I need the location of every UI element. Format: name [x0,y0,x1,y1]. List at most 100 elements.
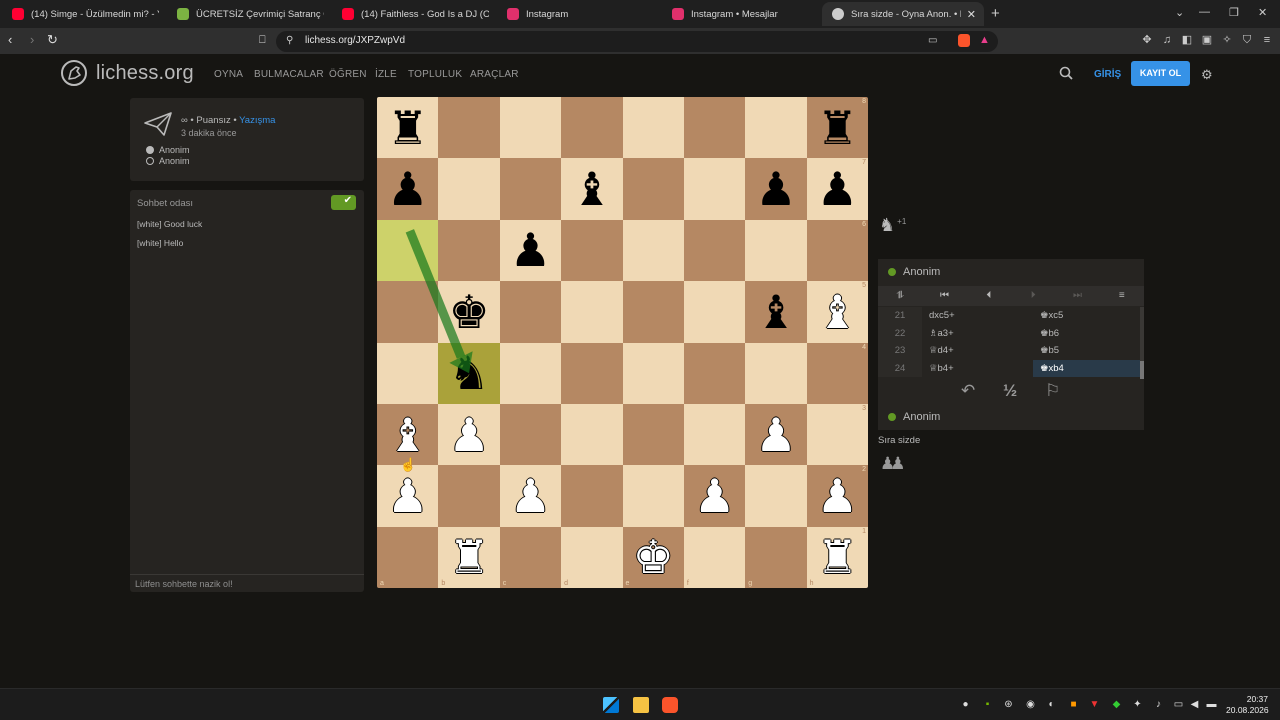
white-pawn-icon[interactable]: ♟ [684,465,745,526]
square-a6[interactable] [377,219,439,282]
white-move[interactable]: ♕b4+ [922,360,1033,378]
first-move-icon[interactable]: ⏮ [922,286,966,306]
black-move[interactable]: ♚b6 [1033,325,1144,343]
white-move[interactable]: ♗a3+ [922,325,1033,343]
tray-app-icon[interactable]: ◆ [1111,699,1122,710]
square-c3[interactable] [499,403,562,466]
black-move[interactable]: ♚xb4 [1033,359,1144,377]
browser-tab[interactable]: (14) Simge - Üzülmedin mi? - Yo [2,2,167,26]
black-pawn-icon[interactable]: ♟ [745,158,806,219]
site-logo[interactable]: lichess.org [60,59,194,87]
square-h3[interactable]: 3 [806,403,868,466]
square-h2[interactable]: ♟ 2 [806,465,868,527]
scrollbar-thumb[interactable] [1140,361,1144,379]
vpn-icon[interactable]: ⛉ [1241,34,1253,46]
square-g5[interactable]: ♝ [745,281,807,343]
new-tab-button[interactable]: + [991,5,1000,22]
black-king-icon[interactable]: ♚ [438,281,499,342]
browser-tab-active[interactable]: Sıra sizde - Oyna Anon. • lich ✕ [822,2,984,26]
sidebar-icon[interactable]: ◧ [1181,34,1193,46]
black-player[interactable]: Anonim [146,156,190,166]
square-f6[interactable] [683,219,746,282]
flip-board-icon[interactable]: ⥮ [878,286,922,306]
taskbar-clock[interactable]: 20:37 20.08.2026 [1226,694,1269,716]
white-player[interactable]: Anonim [146,145,190,155]
square-a2[interactable]: ♟ [377,465,439,527]
tray-app-icon[interactable]: ● [960,699,971,710]
prev-move-icon[interactable]: ⏴ [967,286,1011,306]
square-e4[interactable] [622,342,684,404]
square-e6[interactable] [622,219,684,282]
square-e3[interactable] [622,403,684,466]
menu-icon[interactable]: ≡ [1100,286,1144,306]
square-c6[interactable]: ♟ [499,219,562,282]
gear-icon[interactable]: ⚙ [1201,67,1213,83]
extensions-icon[interactable]: ✥ [1141,34,1153,46]
square-e1[interactable]: ♚ e [622,526,684,588]
black-move[interactable]: ♚b5 [1033,342,1144,360]
chat-input[interactable]: Lütfen sohbette nazik ol! [130,574,364,592]
square-g7[interactable]: ♟ [745,158,807,220]
square-c5[interactable] [499,281,562,343]
black-knight-icon[interactable]: ♞ [438,343,499,404]
correspondence-link[interactable]: Yazışma [239,115,275,126]
square-h4[interactable]: 4 [806,342,868,404]
bookmark-icon[interactable]: ⎕ [259,34,266,47]
white-move[interactable]: ♕d4+ [922,342,1033,360]
square-a4[interactable] [377,342,439,404]
draw-offer-button[interactable]: ½ [1003,381,1017,401]
white-rook-icon[interactable]: ♜ [807,527,868,588]
tray-app-icon[interactable]: ▼ [1089,699,1100,710]
square-e7[interactable] [622,158,684,220]
takeback-icon[interactable]: ↶ [961,381,975,401]
black-pawn-icon[interactable]: ♟ [807,158,868,219]
square-d7[interactable]: ♝ [561,158,623,220]
browser-tab[interactable]: Instagram [497,2,662,26]
black-pawn-icon[interactable]: ♟ [500,220,561,281]
brave-shield-icon[interactable] [958,34,970,47]
square-h5[interactable]: ♝ 5 [806,281,868,343]
cast-icon[interactable]: ▭ [928,35,937,46]
square-h7[interactable]: ♟ 7 [806,158,868,220]
browser-tab[interactable]: Instagram • Mesajlar [662,2,822,26]
menu-icon[interactable]: ≡ [1261,34,1273,46]
microphone-icon[interactable]: ♪ [1153,699,1164,710]
square-g4[interactable] [745,342,807,404]
square-g8[interactable] [745,97,807,159]
top-player-name[interactable]: Anonim [903,266,940,278]
back-icon[interactable]: ‹ [8,32,12,47]
tray-app-icon[interactable]: ✦ [1132,699,1143,710]
square-b4[interactable]: ♞ [438,342,500,404]
tray-app-icon[interactable]: ■ [1068,699,1079,710]
square-g3[interactable]: ♟ [745,403,807,466]
search-icon[interactable] [1059,66,1073,80]
white-pawn-icon[interactable]: ♟ [377,465,438,526]
resign-flag-icon[interactable]: ⚐ [1045,381,1060,401]
nav-learn[interactable]: ÖĞREN [329,69,367,80]
square-b2[interactable] [438,465,500,527]
black-rook-icon[interactable]: ♜ [807,97,868,158]
square-f3[interactable] [683,403,746,466]
tab-list-chevron-icon[interactable]: ⌄ [1175,6,1184,19]
square-d5[interactable] [561,281,623,343]
square-e5[interactable] [622,281,684,343]
square-c7[interactable] [499,158,562,220]
square-a5[interactable] [377,281,439,343]
square-b1[interactable]: ♜ b [438,526,500,588]
login-link[interactable]: GİRİŞ [1094,69,1121,80]
forward-icon[interactable]: › [30,32,34,47]
chess-board[interactable]: ♜ ♜ 8 ♟ ♝ ♟ ♟ 7 ♟ 6 ♚ ♝ ♝ 5 ♞ 4 ♝ ♟ ♟ 3 ♟ ♟ ♟ ♟ 2 a ♜ b c d ♚ e f g ♜ h 1 [377,97,868,588]
black-bishop-icon[interactable]: ♝ [561,158,622,219]
nvidia-icon[interactable]: ▪ [982,699,993,710]
square-f4[interactable] [683,342,746,404]
browser-tab[interactable]: (14) Faithless - God Is a DJ (Official V [332,2,497,26]
square-g1[interactable]: g [745,526,807,588]
nav-puzzles[interactable]: BULMACALAR [254,69,324,80]
windows-start-icon[interactable] [603,697,619,713]
square-b5[interactable]: ♚ [438,281,500,343]
wallet-icon[interactable]: ▣ [1201,34,1213,46]
network-icon[interactable]: ▭ [1173,699,1184,710]
square-g6[interactable] [745,219,807,282]
bottom-player-name[interactable]: Anonim [903,411,940,423]
square-h6[interactable]: 6 [806,219,868,282]
